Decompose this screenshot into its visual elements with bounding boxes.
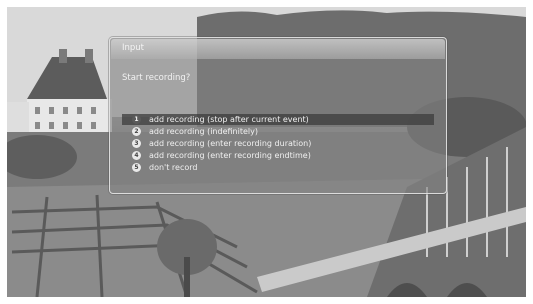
number-badge-1: 1	[132, 115, 141, 124]
number-badge-2: 2	[132, 127, 141, 136]
number-badge-4: 4	[132, 151, 141, 160]
option-dont-record[interactable]: 5 don't record	[122, 162, 434, 173]
dialog-prompt: Start recording?	[122, 73, 191, 83]
number-badge-3: 3	[132, 139, 141, 148]
recording-options-list: 1 add recording (stop after current even…	[122, 114, 434, 174]
option-label: don't record	[149, 163, 198, 172]
dialog-title-bar	[111, 39, 445, 59]
option-label: add recording (enter recording endtime)	[149, 151, 311, 160]
number-badge-5: 5	[132, 163, 141, 172]
option-label: add recording (stop after current event)	[149, 115, 309, 124]
option-label: add recording (enter recording duration)	[149, 139, 312, 148]
option-label: add recording (indefinitely)	[149, 127, 258, 136]
tv-frame: Input Start recording? 1 add recording (…	[0, 0, 533, 304]
dialog-title: Input	[122, 43, 145, 53]
input-dialog: Input Start recording? 1 add recording (…	[109, 37, 447, 194]
tv-screen: Input Start recording? 1 add recording (…	[7, 7, 526, 297]
option-enter-endtime[interactable]: 4 add recording (enter recording endtime…	[122, 150, 434, 161]
option-enter-duration[interactable]: 3 add recording (enter recording duratio…	[122, 138, 434, 149]
option-indefinitely[interactable]: 2 add recording (indefinitely)	[122, 126, 434, 137]
option-stop-after-current-event[interactable]: 1 add recording (stop after current even…	[122, 114, 434, 125]
